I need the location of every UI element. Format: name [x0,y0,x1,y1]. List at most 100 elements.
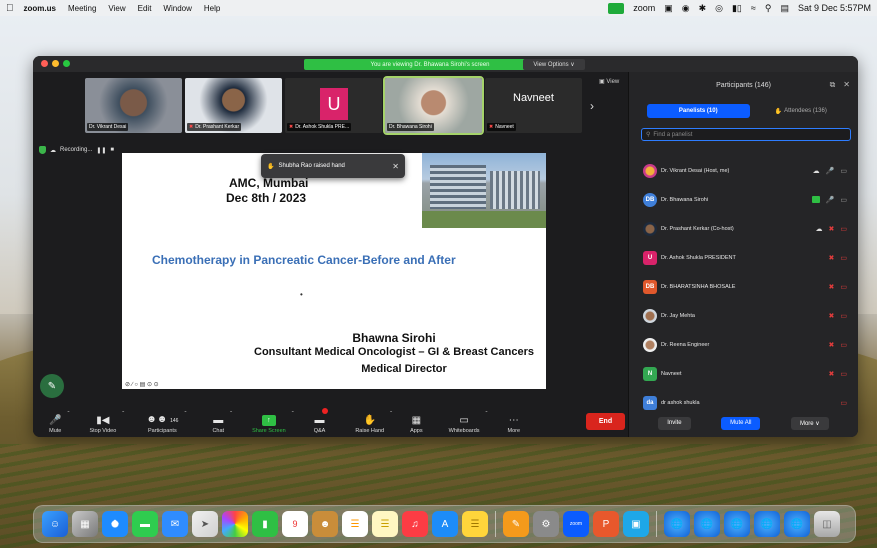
record-icon[interactable]: ◉ [682,3,690,14]
stickies-icon[interactable]: ☰ [462,511,488,537]
chevron-up-icon[interactable]: ˆ [292,412,294,418]
share-screen-button[interactable]: ↑ Share Screen ˆ [252,408,294,434]
invite-button[interactable]: Invite [658,416,691,430]
pause-icon[interactable]: ❚❚ [96,147,106,154]
photos-icon[interactable] [222,511,248,537]
minimize-window-button[interactable] [52,60,59,67]
globe-icon[interactable]: 🌐 [694,511,720,537]
facetime-icon[interactable]: ▮ [252,511,278,537]
globe-icon[interactable]: 🌐 [664,511,690,537]
list-item[interactable]: Dr. Vikrant Desai (Host, me) ☁ 🎤 ▭ [643,156,853,185]
mail-icon[interactable]: ✉ [162,511,188,537]
mic-muted-icon: ✖ [828,283,835,291]
annotate-pencil-icon[interactable]: ✎ [40,374,64,398]
contacts-icon[interactable]: ☻ [312,511,338,537]
zoom-app-icon[interactable]: zoom [563,511,589,537]
reminders-icon[interactable]: ☰ [342,511,368,537]
maps-icon[interactable]: ➤ [192,511,218,537]
tab-panelists[interactable]: Panelists (10) [647,104,750,118]
video-tile[interactable]: Dr. Vikrant Desai [85,78,182,133]
recording-indicator[interactable]: ☁ Recording... ❚❚ ■ [39,146,114,154]
zoom-menu-label[interactable]: zoom [633,3,655,13]
apple-menu-icon[interactable]:  [6,3,14,14]
launchpad-icon[interactable]: ▦ [72,511,98,537]
close-icon[interactable]: ✕ [392,162,399,171]
list-item[interactable]: DB Dr. Bhawana Sirohi 🎤 ▭ [643,185,853,214]
tab-attendees[interactable]: ✋ Attendees (136) [750,104,853,118]
chevron-up-icon[interactable]: ˆ [67,412,69,418]
display-icon[interactable]: ▣ [664,3,673,14]
qa-icon: ▬ [314,415,325,426]
finder-icon[interactable]: ☺ [42,511,68,537]
datetime[interactable]: Sat 9 Dec 5:57PM [798,3,871,13]
globe-icon[interactable]: 🌐 [724,511,750,537]
list-item[interactable]: U Dr. Ashok Shukla PRESIDENT ✖ ▭ [643,243,853,272]
preview-icon[interactable]: ▣ [623,511,649,537]
chevron-up-icon[interactable]: ˆ [122,412,124,418]
video-tile[interactable]: U ✖ Dr. Ashok Shukla PRE... [285,78,382,133]
slide-controls[interactable]: ⊘ ∕ ○ ▤ ⊙ ⊙ [123,381,161,388]
wifi-icon[interactable]: ≈ [751,3,756,13]
list-item[interactable]: Dr. Reena Engineer ✖ ▭ [643,330,853,359]
trash-icon[interactable]: ◫ [814,511,840,537]
stop-video-button[interactable]: ▮◀ Stop Video ˆ [89,408,124,434]
raise-hand-button[interactable]: ✋ Raise Hand ˆ [355,408,392,434]
music-icon[interactable]: ♫ [402,511,428,537]
chevron-up-icon[interactable]: ˆ [184,412,186,418]
chevron-up-icon[interactable]: ˆ [390,412,392,418]
siri-icon[interactable]: ◎ [715,3,723,14]
calendar-icon[interactable]: 9 [282,511,308,537]
globe-icon[interactable]: 🌐 [754,511,780,537]
whiteboards-button[interactable]: ▭ Whiteboards ˆ [449,408,488,434]
share-screen-label: Share Screen [252,428,286,434]
bluetooth-icon[interactable]: ✱ [699,3,707,14]
more-button[interactable]: ⋯ More [508,408,521,435]
pop-out-icon[interactable]: ⧉ [830,80,836,90]
video-tile[interactable]: Navneet ✖ Navneet [485,78,582,133]
panelist-search-input[interactable]: ⚲ Find a panelist [641,128,851,141]
close-window-button[interactable] [41,60,48,67]
list-item[interactable]: Dr. Jay Mehta ✖ ▭ [643,301,853,330]
menu-app-name[interactable]: zoom.us [24,4,56,13]
mute-button[interactable]: 🎤 Mute ˆ [49,408,69,434]
menu-edit[interactable]: Edit [138,4,152,13]
video-tile[interactable]: ✖ Dr. Prashant Kerkar [185,78,282,133]
app-store-icon[interactable]: A [432,511,458,537]
view-options-button[interactable]: View Options ∨ [523,59,585,70]
messages-icon[interactable]: ▬ [132,511,158,537]
more-options-button[interactable]: More ∨ [790,416,829,430]
close-icon[interactable]: ✕ [843,80,850,90]
battery-icon[interactable]: ▮▯ [732,3,742,14]
chevron-up-icon[interactable]: ˆ [230,412,232,418]
video-tile-active-speaker[interactable]: Dr. Bhawana Sirohi [383,76,484,135]
globe-icon[interactable]: 🌐 [784,511,810,537]
stop-icon[interactable]: ■ [110,147,114,153]
list-item[interactable]: Dr. Prashant Kerkar (Co-host) ☁ ✖ ▭ [643,214,853,243]
mute-all-button[interactable]: Mute All [721,416,761,430]
qa-button[interactable]: ▬ Q&A [314,408,329,434]
menu-help[interactable]: Help [204,4,220,13]
notes-icon[interactable]: ☰ [372,511,398,537]
view-layout-button[interactable]: ▣ View [599,78,619,85]
safari-icon[interactable]: ❖ [102,511,128,537]
menu-meeting[interactable]: Meeting [68,4,96,13]
zoom-status-icon[interactable] [608,2,625,14]
pages-icon[interactable]: ✎ [503,511,529,537]
maximize-window-button[interactable] [63,60,70,67]
menu-window[interactable]: Window [163,4,191,13]
powerpoint-icon[interactable]: P [593,511,619,537]
menu-view[interactable]: View [108,4,125,13]
avatar [643,337,657,352]
end-meeting-button[interactable]: End [586,413,625,430]
control-center-icon[interactable]: ▤ [780,3,789,14]
list-item[interactable]: DB Dr. BHARATSINHA BHOSALE ✖ ▭ [643,272,853,301]
system-settings-icon[interactable]: ⚙ [533,511,559,537]
chevron-up-icon[interactable]: ˆ [486,412,488,418]
chat-button[interactable]: ▬ Chat ˆ [212,408,232,434]
next-page-chevron-icon[interactable]: › [590,99,594,113]
participants-button[interactable]: ☻☻ 146 Participants ˆ [146,408,186,434]
mic-icon: 🎤 [49,415,62,426]
apps-button[interactable]: ▦ Apps [410,408,423,435]
list-item[interactable]: N Navneet ✖ ▭ [643,359,853,388]
search-icon[interactable]: ⚲ [765,3,772,14]
